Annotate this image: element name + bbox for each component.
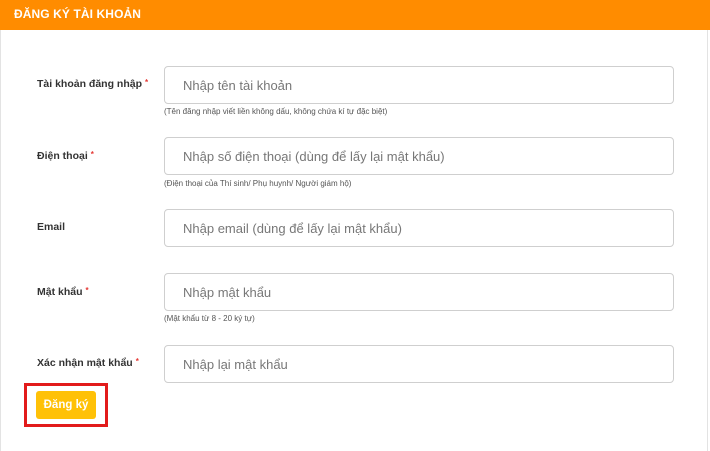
required-mark: * [85, 286, 89, 295]
email-placeholder: Nhập email (dùng để lấy lại mật khẩu) [183, 221, 402, 236]
username-label: Tài khoản đăng nhập * [37, 78, 149, 90]
phone-placeholder: Nhập số điện thoại (dùng để lấy lại mật … [183, 149, 445, 164]
required-mark: * [145, 78, 149, 87]
phone-label: Điện thoại * [37, 150, 94, 162]
password-placeholder: Nhập mật khẩu [183, 285, 272, 300]
username-input[interactable]: Nhập tên tài khoản [164, 66, 674, 104]
confirm-password-label: Xác nhận mật khẩu * [37, 357, 139, 369]
required-mark: * [90, 150, 94, 159]
email-input[interactable]: Nhập email (dùng để lấy lại mật khẩu) [164, 209, 674, 247]
password-input[interactable]: Nhập mật khẩu [164, 273, 674, 311]
page-header: ĐĂNG KÝ TÀI KHOẢN [0, 0, 710, 30]
username-placeholder: Nhập tên tài khoản [183, 78, 293, 93]
register-button[interactable]: Đăng ký [36, 391, 96, 419]
username-hint: (Tên đăng nhập viết liền không dấu, khôn… [164, 107, 388, 116]
confirm-password-input[interactable]: Nhập lại mật khẩu [164, 345, 674, 383]
required-mark: * [135, 357, 139, 366]
confirm-password-placeholder: Nhập lại mật khẩu [183, 357, 288, 372]
phone-hint: (Điện thoại của Thí sinh/ Phụ huynh/ Ngư… [164, 179, 352, 188]
password-hint: (Mật khẩu từ 8 - 20 ký tự) [164, 314, 255, 323]
email-label: Email [37, 221, 66, 233]
page-title: ĐĂNG KÝ TÀI KHOẢN [14, 7, 142, 21]
password-label: Mật khẩu * [37, 286, 89, 298]
phone-input[interactable]: Nhập số điện thoại (dùng để lấy lại mật … [164, 137, 674, 175]
